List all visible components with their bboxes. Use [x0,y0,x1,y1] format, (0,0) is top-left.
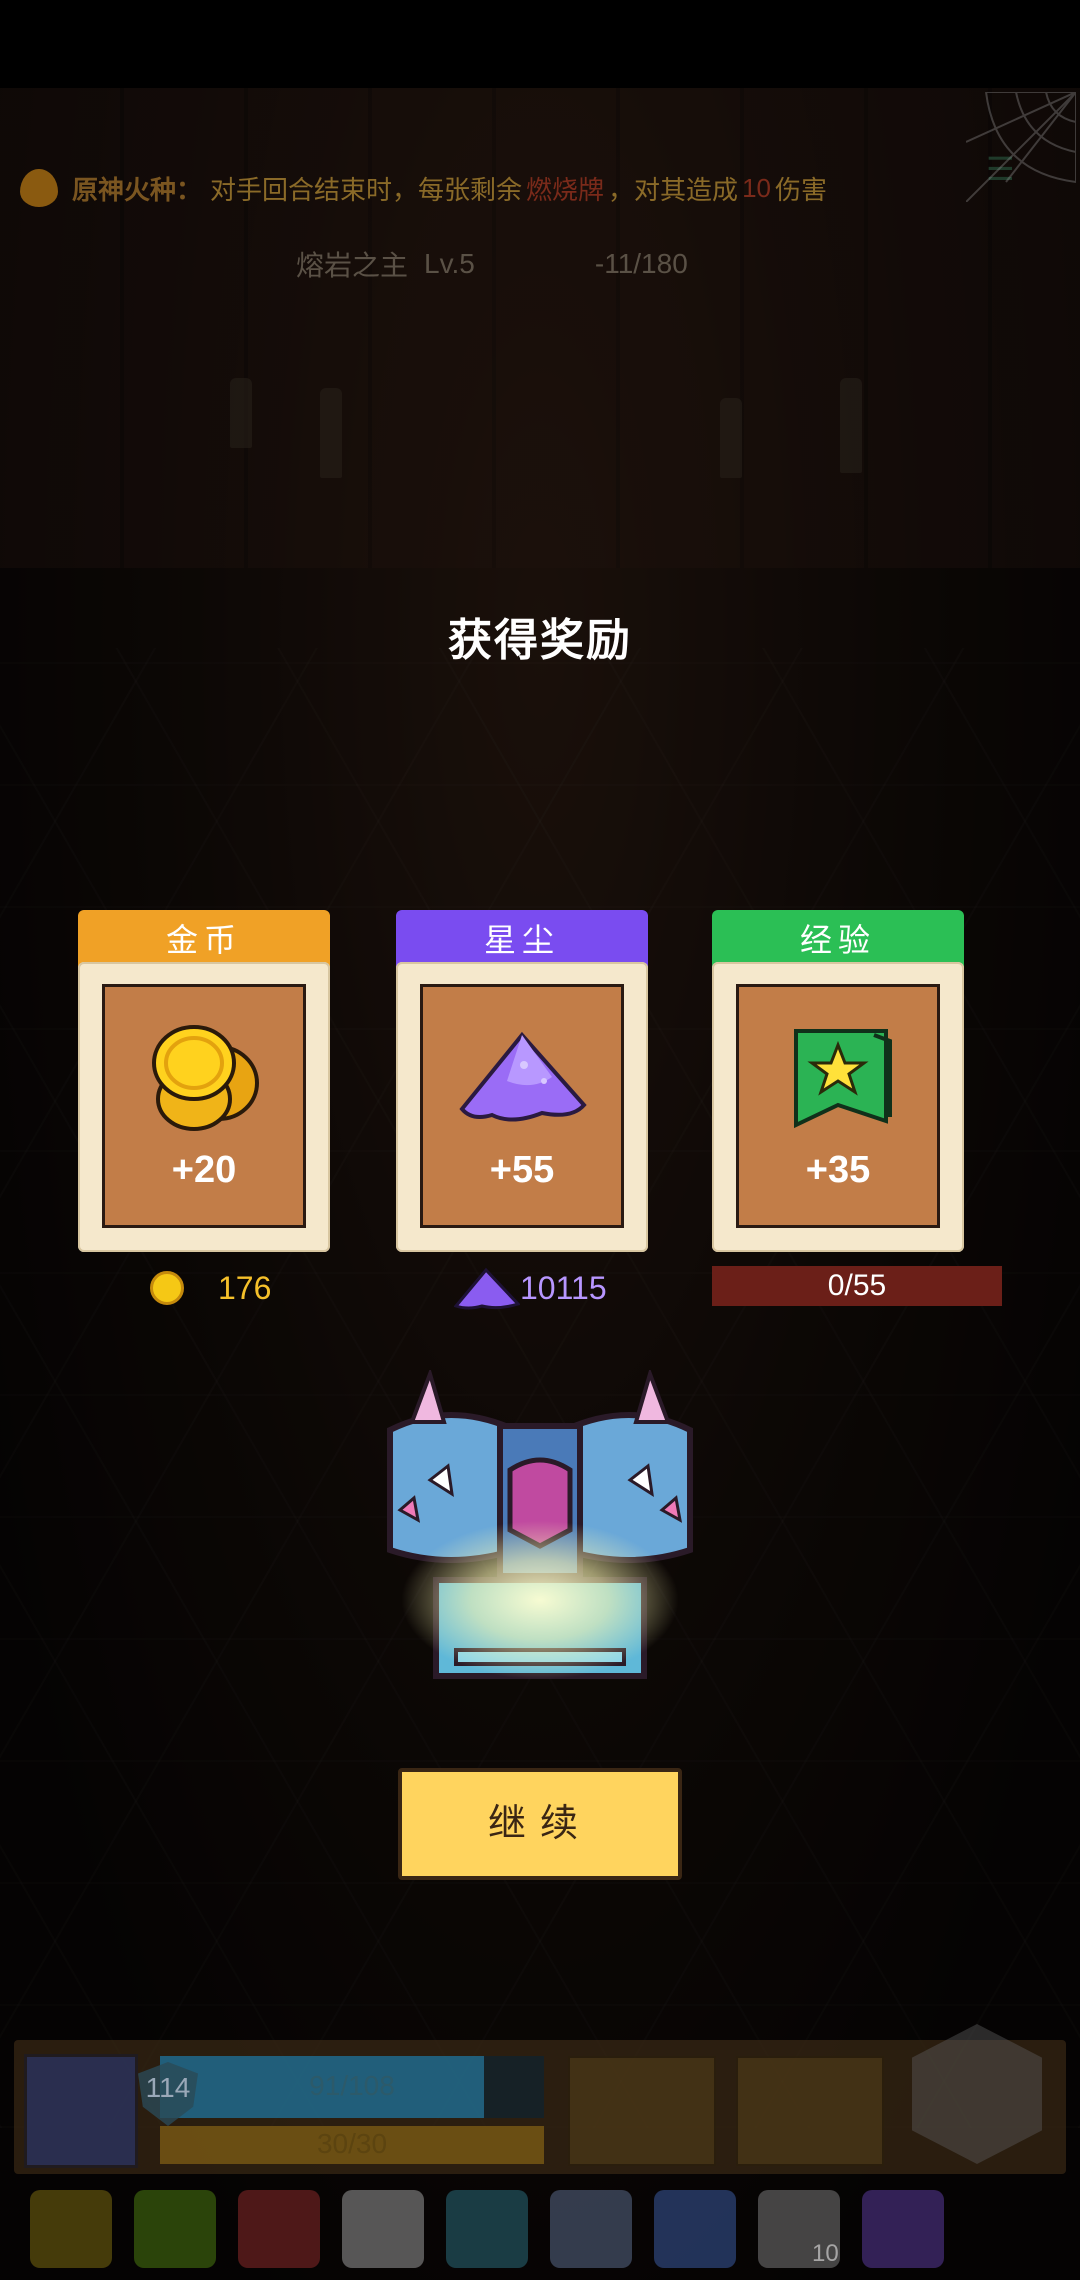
skill-slot-2[interactable] [736,2056,884,2166]
hp-text: 91/108 [309,2070,395,2101]
damage-value: 10 [742,172,771,203]
reward-card-panel: +20 [102,984,306,1228]
relic-icon[interactable] [550,2190,632,2268]
buff-text: 对手回合结束时，每张剩余 [210,174,523,205]
gold-coins-icon [152,1025,259,1131]
spider-web-icon [966,92,1076,202]
reward-card-label: 星尘 [396,910,648,970]
flame-icon [20,169,58,207]
relic-icon[interactable] [238,2190,320,2268]
stardust-pile-icon [459,1031,587,1122]
relic-icon[interactable] [862,2190,944,2268]
skill-slot-1[interactable] [568,2056,716,2166]
reward-card-frame: +35 [712,962,964,1252]
star-banner-icon [794,1029,892,1129]
shield-value: 114 [145,2072,191,2103]
buff-description: 原神火种： 对手回合结束时，每张剩余 燃烧牌 ，对其造成 10 伤害 [20,160,1060,216]
boss-info: 熔岩之主 Lv.5 -11/180 [296,244,796,284]
gold-total: 176 [150,1266,271,1310]
reward-card-frame: +55 [396,962,648,1252]
buff-text: ，对其造成 [608,174,739,205]
stardust-total-value: 10115 [520,1269,607,1306]
coin-icon [150,1271,184,1305]
relic-icon[interactable] [30,2190,112,2268]
treasure-chest [340,1367,740,1710]
relic-count: 10 [812,2240,839,2267]
reward-amount: +55 [489,1149,555,1191]
energy-text: 30/30 [316,2128,388,2159]
stardust-total: 10115 [454,1266,607,1310]
reward-card-panel: +55 [420,984,624,1228]
reward-card-frame: +20 [78,962,330,1252]
continue-button[interactable]: 继续 [398,1768,682,1880]
relic-icon[interactable] [446,2190,528,2268]
reward-card-label: 金币 [78,910,330,970]
exp-progress-value: 0/55 [827,1269,887,1302]
stardust-icon [454,1267,520,1310]
burn-card-label: 燃烧牌 [526,174,605,205]
reward-card-label: 经验 [712,910,964,970]
exp-progress: 0/55 [712,1266,1002,1306]
gold-total-value: 176 [218,1269,272,1306]
buff-text: 伤害 [774,174,827,205]
reward-card-panel: +35 [736,984,940,1228]
reward-title: 获得奖励 [448,616,632,665]
reward-card-stardust: 星尘 +55 [396,910,648,1252]
chest-glow [400,1520,680,1680]
relic-bar [30,2190,1050,2270]
boss-hp: -11/180 [594,248,688,279]
status-bar [0,0,1080,88]
player-avatar[interactable] [24,2054,138,2168]
reward-amount: +35 [805,1149,871,1191]
relic-icon[interactable] [342,2190,424,2268]
relic-icon[interactable] [654,2190,736,2268]
reward-amount: +20 [171,1149,237,1191]
boss-name: 熔岩之主 [296,250,409,281]
relic-icon[interactable] [134,2190,216,2268]
boss-level: Lv.5 [424,248,475,279]
reward-card-exp: 经验 +35 [712,910,964,1252]
reward-card-gold: 金币 +20 [78,910,330,1252]
buff-name: 原神火种： [72,174,203,205]
